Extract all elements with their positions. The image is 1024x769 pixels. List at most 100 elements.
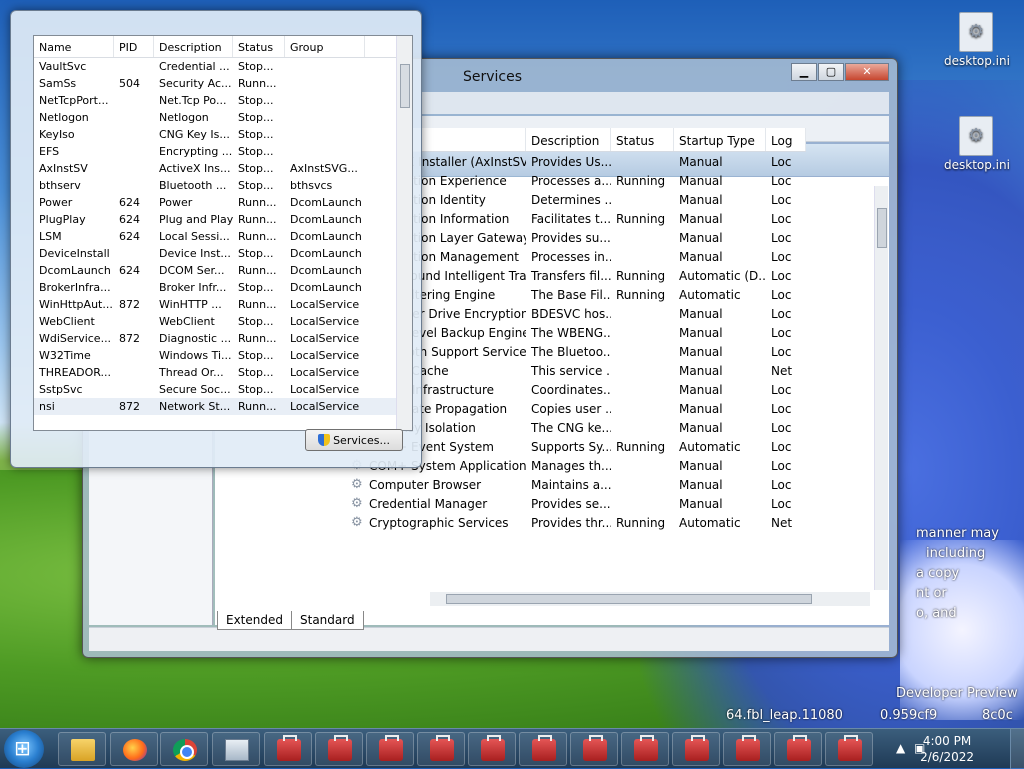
taskbar-chrome[interactable] (160, 732, 208, 766)
taskbar-toolbox-window[interactable] (723, 732, 771, 766)
service-pid: 624 (119, 264, 140, 277)
column-header-name[interactable]: Name (34, 36, 114, 57)
column-header-group[interactable]: Group (285, 36, 365, 57)
taskbar-toolbox-window[interactable] (570, 732, 618, 766)
file-icon (959, 116, 993, 156)
table-row[interactable]: nsi 872 Network St... Runn... LocalService (34, 398, 412, 415)
watermark-line: 8c0c (982, 708, 1013, 723)
desktop-icon[interactable]: desktop.ini (944, 116, 1010, 172)
vertical-scrollbar[interactable] (874, 186, 888, 590)
table-row[interactable]: THREADOR... Thread Or... Stop... LocalServi… (34, 364, 412, 381)
table-row[interactable]: PlugPlay 624 Plug and Play Runn... DcomLaunc… (34, 211, 412, 228)
window-controls: ▁ ▢ ✕ (791, 63, 889, 81)
service-startup-type: Automatic (D... (679, 268, 766, 283)
table-row[interactable]: ⚙ Computer Browser Maintains a... Manual Loc (346, 475, 806, 494)
table-row[interactable]: LSM 624 Local Sessi... Runn... DcomLaunch (34, 228, 412, 245)
taskbar-toolbox-window[interactable] (672, 732, 720, 766)
desktop-icon[interactable]: desktop.ini (944, 12, 1010, 68)
table-row[interactable]: Power 624 Power Runn... DcomLaunch (34, 194, 412, 211)
column-header-status[interactable]: Status (611, 128, 674, 151)
firefox-icon (123, 739, 147, 761)
column-header-description[interactable]: Description (526, 128, 611, 151)
taskbar-toolbox-window[interactable] (774, 732, 822, 766)
service-log-on-as: Loc (771, 192, 792, 207)
tray-expand-icon[interactable]: ▲ (896, 741, 905, 755)
service-status: Runn... (238, 196, 277, 209)
table-row[interactable]: KeyIso CNG Key Is... Stop... (34, 126, 412, 143)
scrollbar-thumb[interactable] (446, 594, 812, 604)
service-description: Processes a... (531, 173, 611, 188)
service-status: Running (616, 173, 666, 188)
table-row[interactable]: VaultSvc Credential ... Stop... (34, 58, 412, 75)
service-status: Runn... (238, 332, 277, 345)
tab-standard[interactable]: Standard (291, 611, 364, 630)
close-button[interactable]: ✕ (845, 63, 889, 81)
service-name: Computer Browser (369, 477, 482, 492)
desktop-icon-label: desktop.ini (944, 54, 1010, 68)
taskbar-toolbox-window[interactable] (468, 732, 516, 766)
service-startup-type: Manual (679, 249, 723, 264)
service-description: Provides Us... (531, 154, 611, 169)
service-name: Netlogon (39, 111, 89, 124)
column-header-log-on-as[interactable]: Log (766, 128, 806, 151)
taskbar-task-manager[interactable] (212, 732, 260, 766)
watermark-line: a copy (916, 566, 960, 581)
minimize-button[interactable]: ▁ (791, 63, 817, 81)
scrollbar-thumb[interactable] (400, 64, 410, 108)
horizontal-scrollbar[interactable] (430, 592, 870, 606)
maximize-button[interactable]: ▢ (818, 63, 844, 81)
start-button[interactable] (4, 730, 44, 768)
column-header-description[interactable]: Description (154, 36, 233, 57)
table-row[interactable]: NetTcpPort... Net.Tcp Po... Stop... (34, 92, 412, 109)
table-row[interactable]: WebClient WebClient Stop... LocalService (34, 313, 412, 330)
table-row[interactable]: EFS Encrypting ... Stop... (34, 143, 412, 160)
taskbar-toolbox-window[interactable] (519, 732, 567, 766)
taskbar-toolbox-window[interactable] (264, 732, 312, 766)
table-row[interactable]: DcomLaunch 624 DCOM Ser... Runn... DcomLaunc… (34, 262, 412, 279)
taskbar-toolbox-window[interactable] (621, 732, 669, 766)
view-tabs: Extended Standard (217, 611, 364, 630)
clock[interactable]: 4:00 PM 2/6/2022 (920, 733, 974, 765)
table-row[interactable]: AxInstSV ActiveX Ins... Stop... AxInstSVG..… (34, 160, 412, 177)
service-status: Running (616, 287, 666, 302)
folder-icon (71, 739, 95, 761)
task-manager-window[interactable]: Name PID Description Status Group VaultS… (10, 10, 422, 468)
table-row[interactable]: bthserv Bluetooth ... Stop... bthsvcs (34, 177, 412, 194)
vertical-scrollbar[interactable] (396, 36, 412, 430)
table-row[interactable]: WdiService... 872 Diagnostic ... Runn... Loc… (34, 330, 412, 347)
column-header-pid[interactable]: PID (114, 36, 154, 57)
table-row[interactable]: DeviceInstall Device Inst... Stop... DcomLa… (34, 245, 412, 262)
taskbar-explorer[interactable] (58, 732, 106, 766)
service-group: AxInstSVG... (290, 162, 358, 175)
table-row[interactable]: Netlogon Netlogon Stop... (34, 109, 412, 126)
table-row[interactable]: WinHttpAut... 872 WinHTTP ... Runn... LocalS… (34, 296, 412, 313)
service-description: DCOM Ser... (159, 264, 225, 277)
table-row[interactable]: SstpSvc Secure Soc... Stop... LocalService (34, 381, 412, 398)
service-status: Runn... (238, 264, 277, 277)
service-log-on-as: Loc (771, 458, 792, 473)
table-row[interactable]: BrokerInfra... Broker Infr... Stop... DcomL… (34, 279, 412, 296)
watermark-line: 64.fbl_leap.11080 (726, 708, 843, 723)
service-name: THREADOR... (39, 366, 111, 379)
scrollbar-thumb[interactable] (877, 208, 887, 248)
tab-extended[interactable]: Extended (217, 611, 292, 630)
table-row[interactable]: W32Time Windows Ti... Stop... LocalService (34, 347, 412, 364)
uac-shield-icon (318, 434, 331, 446)
table-row[interactable]: ⚙ Cryptographic Services Provides thr... Ru… (346, 513, 806, 532)
taskbar-firefox[interactable] (110, 732, 158, 766)
table-row[interactable]: ⚙ Credential Manager Provides se... Manual L… (346, 494, 806, 513)
services-button[interactable]: Services... (305, 429, 403, 451)
service-description: CNG Key Is... (159, 128, 230, 141)
column-header-startup-type[interactable]: Startup Type (674, 128, 766, 151)
table-row[interactable]: SamSs 504 Security Ac... Runn... (34, 75, 412, 92)
taskbar-toolbox-window[interactable] (366, 732, 414, 766)
taskbar-toolbox-window[interactable] (825, 732, 873, 766)
watermark-line: Developer Preview (896, 686, 1018, 701)
column-header-status[interactable]: Status (233, 36, 285, 57)
taskbar-toolbox-window[interactable] (315, 732, 363, 766)
service-group: DcomLaunch (290, 196, 362, 209)
show-desktop-button[interactable] (1010, 729, 1024, 769)
service-startup-type: Automatic (679, 515, 741, 530)
table-header: Name PID Description Status Group (34, 36, 412, 58)
taskbar-toolbox-window[interactable] (417, 732, 465, 766)
